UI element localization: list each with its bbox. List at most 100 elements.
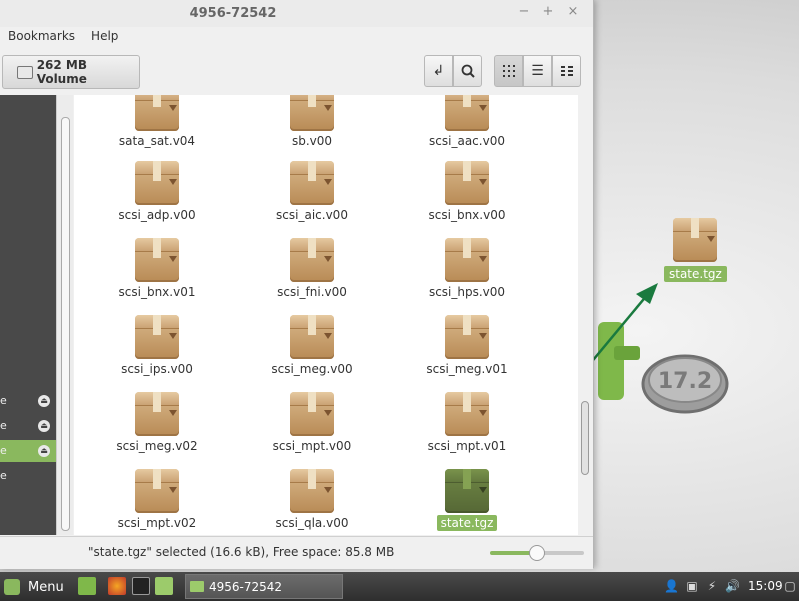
show-desktop-icon[interactable] (78, 577, 96, 595)
window-title: 4956-72542 (189, 6, 277, 21)
compact-list-icon (560, 66, 573, 76)
show-desktop-corner-icon[interactable]: ▢ (783, 579, 797, 593)
file-item[interactable]: scsi_mpt.v00 (237, 392, 387, 453)
file-item[interactable]: scsi_aac.v00 (392, 95, 542, 148)
archive-icon (135, 238, 179, 282)
eject-icon[interactable]: ⏏ (38, 445, 50, 457)
archive-icon (445, 95, 489, 131)
titlebar[interactable]: 4956-72542 − + × (0, 0, 593, 27)
sidebar-scrollbar[interactable] (61, 117, 70, 531)
file-item[interactable]: scsi_fni.v00 (237, 238, 387, 299)
statusbar: "state.tgz" selected (16.6 kB), Free spa… (0, 536, 593, 569)
file-name: state.tgz (392, 515, 542, 531)
taskbar-window-button[interactable]: 4956-72542 (185, 574, 343, 599)
zoom-slider-handle[interactable] (529, 545, 545, 561)
sidebar-item-device-3[interactable]: e ⏏ (0, 440, 56, 462)
archive-icon (290, 392, 334, 436)
file-name: scsi_meg.v00 (271, 362, 353, 376)
file-name: scsi_hps.v00 (428, 285, 506, 299)
file-name: sb.v00 (291, 134, 333, 148)
file-item[interactable]: scsi_bnx.v00 (392, 161, 542, 222)
location-volume-button[interactable]: 262 MB Volume (2, 55, 140, 89)
list-view-button[interactable]: ☰ (523, 55, 552, 87)
network-icon[interactable]: ⚡ (705, 579, 719, 593)
clock[interactable]: 15:09 (748, 579, 783, 593)
taskbar-window-label: 4956-72542 (209, 579, 283, 594)
maximize-button[interactable]: + (540, 4, 556, 20)
menu-help[interactable]: Help (83, 27, 126, 45)
return-arrow-icon: ↲ (432, 63, 445, 79)
terminal-icon[interactable] (132, 577, 150, 595)
file-manager-window: 4956-72542 − + × Bookmarks Help 262 MB Vo… (0, 0, 594, 569)
file-item-selected[interactable]: state.tgz (392, 469, 542, 531)
file-item[interactable]: scsi_qla.v00 (237, 469, 387, 530)
sidebar-item-label: e (0, 469, 7, 482)
file-name: scsi_bnx.v00 (428, 208, 506, 222)
menu-bookmarks[interactable]: Bookmarks (0, 27, 83, 45)
file-name: scsi_mpt.v01 (427, 439, 507, 453)
mint-logo-icon (4, 579, 20, 595)
files-icon[interactable] (155, 577, 173, 595)
sidebar: e ⏏ e ⏏ e ⏏ e (0, 95, 56, 535)
file-item[interactable]: scsi_aic.v00 (237, 161, 387, 222)
eject-icon[interactable]: ⏏ (38, 395, 50, 407)
compact-view-button[interactable] (552, 55, 581, 87)
file-item[interactable]: sb.v00 (237, 95, 387, 148)
file-name: scsi_bnx.v01 (118, 285, 196, 299)
sidebar-item-device-1[interactable]: e ⏏ (0, 390, 56, 412)
sidebar-item-label: e (0, 444, 7, 457)
search-icon (461, 64, 475, 78)
file-item[interactable]: scsi_ips.v00 (82, 315, 232, 376)
file-name: scsi_adp.v00 (118, 208, 196, 222)
shield-icon[interactable]: ▣ (685, 579, 699, 593)
vertical-scrollbar[interactable] (578, 95, 592, 535)
file-item[interactable]: scsi_bnx.v01 (82, 238, 232, 299)
user-icon[interactable]: 👤 (664, 579, 679, 593)
toggle-location-button[interactable]: ↲ (424, 55, 453, 87)
archive-icon (290, 95, 334, 131)
icon-view-button[interactable] (494, 55, 523, 87)
menu-label: Menu (28, 579, 64, 595)
file-name: scsi_mpt.v00 (272, 439, 352, 453)
file-name: scsi_ips.v00 (121, 362, 193, 376)
archive-icon (135, 315, 179, 359)
file-item[interactable]: scsi_mpt.v02 (82, 469, 232, 530)
file-name: scsi_meg.v02 (116, 439, 198, 453)
status-text: "state.tgz" selected (16.6 kB), Free spa… (88, 545, 395, 559)
file-item[interactable]: scsi_meg.v01 (392, 315, 542, 376)
file-item[interactable]: scsi_meg.v02 (82, 392, 232, 453)
list-icon: ☰ (531, 63, 544, 79)
logo-version: 17.2 (658, 369, 712, 394)
firefox-icon[interactable] (108, 577, 126, 595)
volume-icon[interactable]: 🔊 (725, 579, 740, 593)
search-button[interactable] (453, 55, 482, 87)
drive-icon (17, 65, 33, 79)
file-name: scsi_mpt.v02 (117, 516, 197, 530)
file-name: scsi_aic.v00 (276, 208, 348, 222)
sidebar-splitter[interactable] (56, 95, 73, 535)
file-name: scsi_aac.v00 (429, 134, 505, 148)
file-item[interactable]: scsi_adp.v00 (82, 161, 232, 222)
file-icon-grid: sata_sat.v04 sb.v00 scsi_aac.v00 scsi_ad… (74, 95, 578, 535)
archive-icon (135, 161, 179, 205)
minimize-button[interactable]: − (516, 4, 532, 20)
archive-icon (445, 238, 489, 282)
grid-icon (502, 65, 515, 77)
desktop-file-state-tgz[interactable]: state.tgz (664, 218, 727, 282)
sidebar-item-device-4[interactable]: e (0, 465, 56, 487)
sidebar-item-device-2[interactable]: e ⏏ (0, 415, 56, 437)
sidebar-item-label: e (0, 394, 7, 407)
close-button[interactable]: × (565, 4, 581, 20)
taskbar: Menu 4956-72542 👤 ▣ ⚡ 🔊 15:09 ▢ (0, 572, 799, 601)
file-item[interactable]: scsi_mpt.v01 (392, 392, 542, 453)
file-item[interactable]: scsi_meg.v00 (237, 315, 387, 376)
start-menu-button[interactable]: Menu (4, 576, 64, 598)
desktop-file-label: state.tgz (664, 266, 727, 282)
file-item[interactable]: sata_sat.v04 (82, 95, 232, 148)
eject-icon[interactable]: ⏏ (38, 420, 50, 432)
folder-icon (190, 581, 204, 592)
scrollbar-thumb[interactable] (581, 401, 589, 475)
sidebar-item-label: e (0, 419, 7, 432)
archive-icon (135, 469, 179, 513)
file-item[interactable]: scsi_hps.v00 (392, 238, 542, 299)
